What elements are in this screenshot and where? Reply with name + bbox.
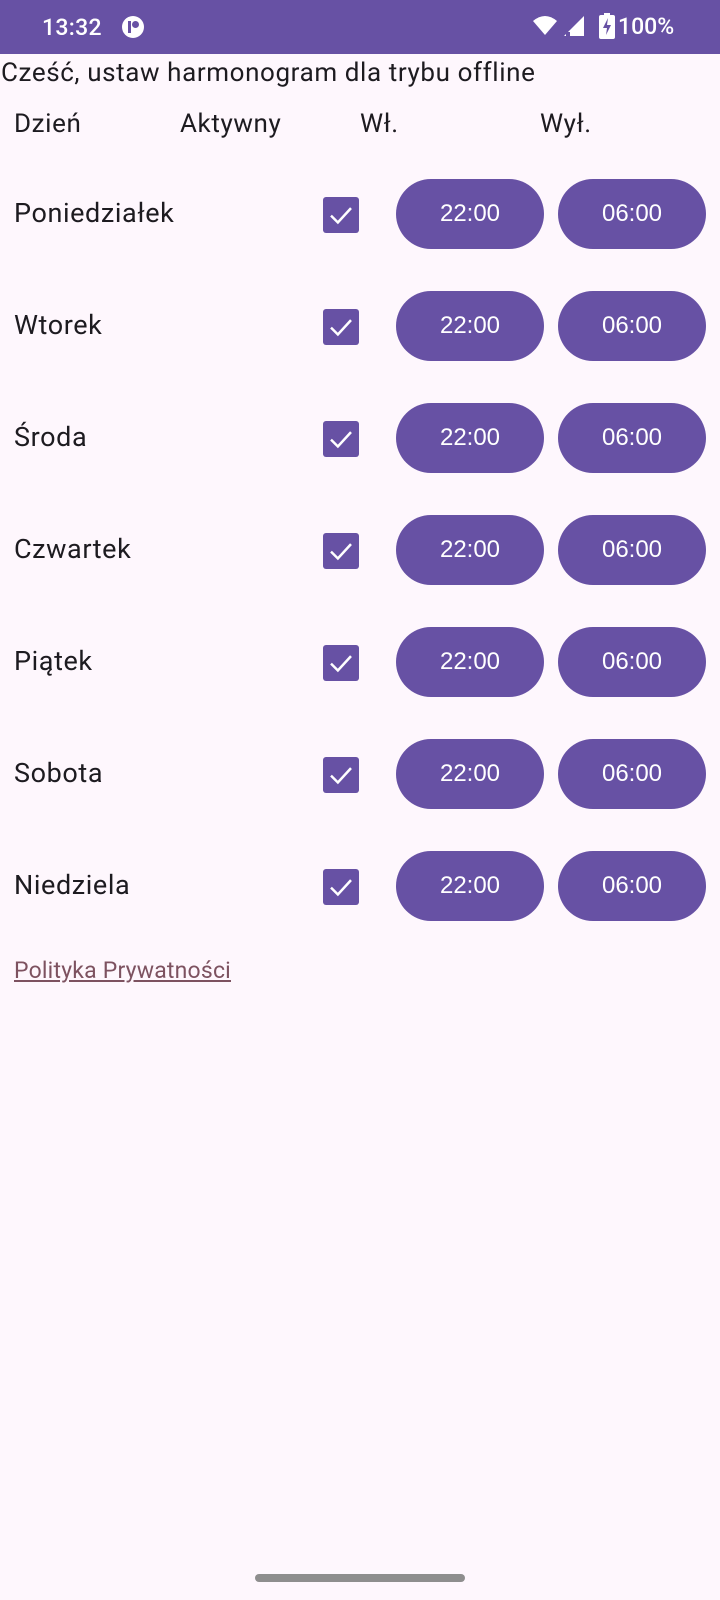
off-time-button[interactable]: 06:00: [558, 403, 706, 473]
schedule-row: Środa 22:00 06:00: [0, 402, 720, 474]
on-time-button[interactable]: 22:00: [396, 851, 544, 921]
signal-icon: [564, 16, 584, 36]
check-icon: [330, 207, 352, 225]
active-checkbox[interactable]: [323, 421, 359, 457]
day-label: Niedziela: [14, 869, 131, 901]
active-checkbox[interactable]: [323, 869, 359, 905]
active-checkbox[interactable]: [323, 309, 359, 345]
battery-charging-icon: [599, 13, 615, 39]
active-checkbox[interactable]: [323, 757, 359, 793]
privacy-policy-link[interactable]: Polityka Prywatności: [14, 957, 231, 984]
off-time-button[interactable]: 06:00: [558, 739, 706, 809]
check-icon: [330, 543, 352, 561]
active-checkbox[interactable]: [323, 533, 359, 569]
check-icon: [330, 431, 352, 449]
schedule-row: Niedziela 22:00 06:00: [0, 850, 720, 922]
on-time-button[interactable]: 22:00: [396, 179, 544, 249]
day-label: Sobota: [14, 757, 104, 789]
header-on: Wł.: [360, 109, 399, 139]
on-time-button[interactable]: 22:00: [396, 739, 544, 809]
schedule-row: Piątek 22:00 06:00: [0, 626, 720, 698]
status-bar: 13:32 100%: [0, 0, 720, 54]
schedule-row: Czwartek 22:00 06:00: [0, 514, 720, 586]
off-time-button[interactable]: 06:00: [558, 179, 706, 249]
schedule-row: Wtorek 22:00 06:00: [0, 290, 720, 362]
check-icon: [330, 767, 352, 785]
off-time-button[interactable]: 06:00: [558, 851, 706, 921]
on-time-button[interactable]: 22:00: [396, 627, 544, 697]
header-active: Aktywny: [180, 109, 282, 139]
day-label: Poniedziałek: [14, 197, 175, 229]
greeting-text: Cześć, ustaw harmonogram dla trybu offli…: [1, 58, 536, 88]
day-label: Środa: [14, 421, 88, 453]
on-time-button[interactable]: 22:00: [396, 403, 544, 473]
check-icon: [330, 655, 352, 673]
on-time-button[interactable]: 22:00: [396, 515, 544, 585]
schedule-row: Poniedziałek 22:00 06:00: [0, 178, 720, 250]
day-label: Czwartek: [14, 533, 132, 565]
check-icon: [330, 319, 352, 337]
active-checkbox[interactable]: [323, 645, 359, 681]
off-time-button[interactable]: 06:00: [558, 291, 706, 361]
day-label: Wtorek: [14, 309, 103, 341]
battery-percentage: 100%: [618, 13, 675, 40]
schedule-row: Sobota 22:00 06:00: [0, 738, 720, 810]
app-notification-icon: [122, 16, 144, 38]
day-label: Piątek: [14, 645, 93, 677]
wifi-icon: [533, 16, 557, 35]
status-time: 13:32: [42, 14, 102, 41]
check-icon: [330, 879, 352, 897]
header-off: Wył.: [540, 109, 592, 139]
header-day: Dzień: [14, 109, 82, 139]
off-time-button[interactable]: 06:00: [558, 515, 706, 585]
active-checkbox[interactable]: [323, 197, 359, 233]
home-indicator[interactable]: [255, 1574, 465, 1582]
off-time-button[interactable]: 06:00: [558, 627, 706, 697]
on-time-button[interactable]: 22:00: [396, 291, 544, 361]
